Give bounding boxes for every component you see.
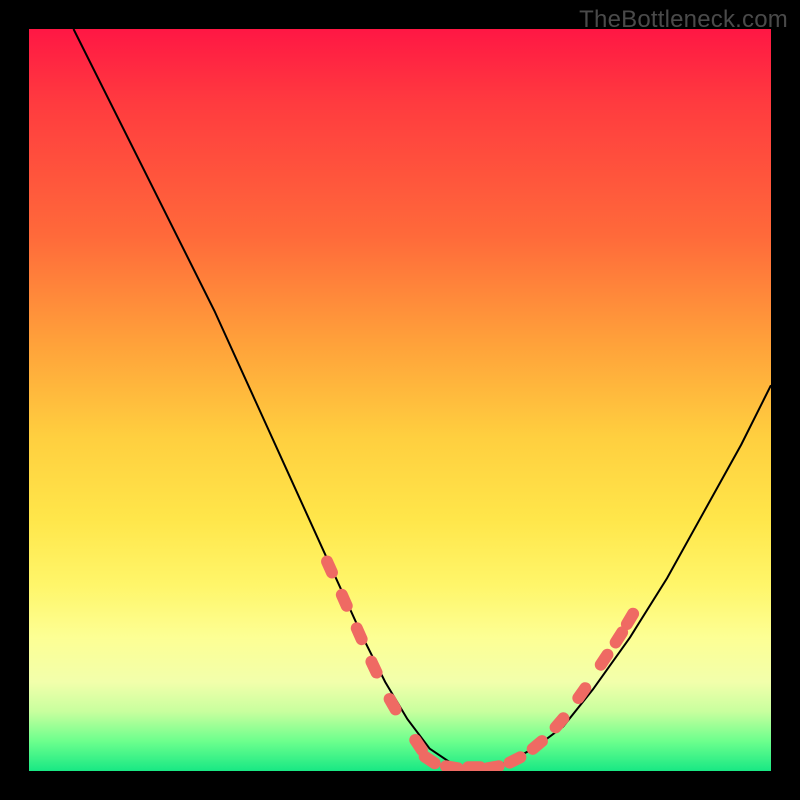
marker-point: [334, 587, 355, 614]
highlighted-points: [319, 554, 641, 771]
bottleneck-curve-right: [474, 385, 771, 771]
marker-point: [480, 759, 506, 771]
marker-point: [439, 759, 465, 771]
marker-point: [381, 691, 403, 718]
bottleneck-curve-left: [74, 29, 475, 771]
watermark-text: TheBottleneck.com: [579, 6, 788, 34]
marker-point: [319, 554, 340, 581]
curve-svg: [29, 29, 771, 771]
chart-frame: TheBottleneck.com: [0, 0, 800, 800]
marker-point: [592, 646, 615, 673]
marker-point: [547, 710, 572, 736]
marker-point: [524, 733, 550, 758]
plot-area: [29, 29, 771, 771]
